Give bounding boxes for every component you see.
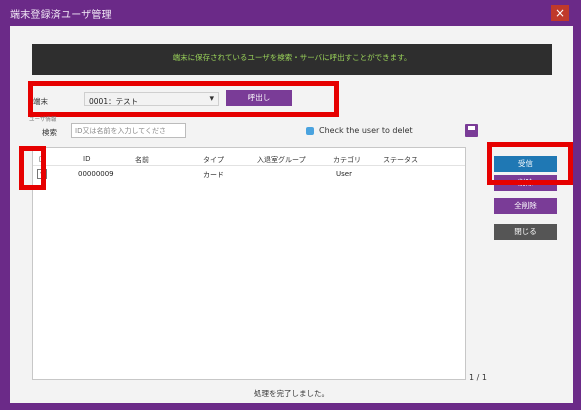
status-text: 処理を完了しました。 <box>254 389 329 398</box>
highlight-receive <box>487 142 573 185</box>
info-dot-icon <box>306 127 314 135</box>
user-table: □ ID 名前 タイプ 入退室グループ カテゴリ ステータス ✓ 0000000… <box>32 147 466 380</box>
title-bar: 端末登録済ユーザ管理 × <box>0 0 581 26</box>
header-category: カテゴリ <box>333 156 361 164</box>
main-panel: 端末に保存されているユーザを検索・サーバに呼出すことができます。 端末 0001… <box>10 26 573 403</box>
header-id: ID <box>83 155 91 163</box>
header-type: タイプ <box>203 156 224 164</box>
info-banner: 端末に保存されているユーザを検索・サーバに呼出すことができます。 <box>32 44 552 75</box>
banner-text: 端末に保存されているユーザを検索・サーバに呼出すことができます。 <box>172 53 412 62</box>
check-note: Check the user to delet <box>319 126 413 135</box>
close-icon[interactable]: × <box>551 5 569 21</box>
page-indicator: 1 / 1 <box>469 373 487 382</box>
search-label: 検索 <box>42 128 57 137</box>
floppy-disk-icon[interactable] <box>465 124 478 137</box>
header-divider <box>33 165 465 166</box>
user-info-section-label: ユーザ情報 <box>29 117 57 123</box>
row-type: カード <box>203 171 224 179</box>
highlight-checkbox <box>19 146 46 190</box>
header-name: 名前 <box>135 156 149 164</box>
row-id: 00000009 <box>78 170 114 178</box>
header-group: 入退室グループ <box>257 156 306 164</box>
row-category: User <box>336 170 352 178</box>
header-status: ステータス <box>383 156 418 164</box>
close-button[interactable]: 閉じる <box>494 224 557 240</box>
window-title: 端末登録済ユーザ管理 <box>10 10 112 21</box>
search-input[interactable]: ID又は名前を入力してくださ <box>71 123 186 138</box>
delete-all-button[interactable]: 全削除 <box>494 198 557 214</box>
highlight-terminal-row <box>28 81 339 117</box>
